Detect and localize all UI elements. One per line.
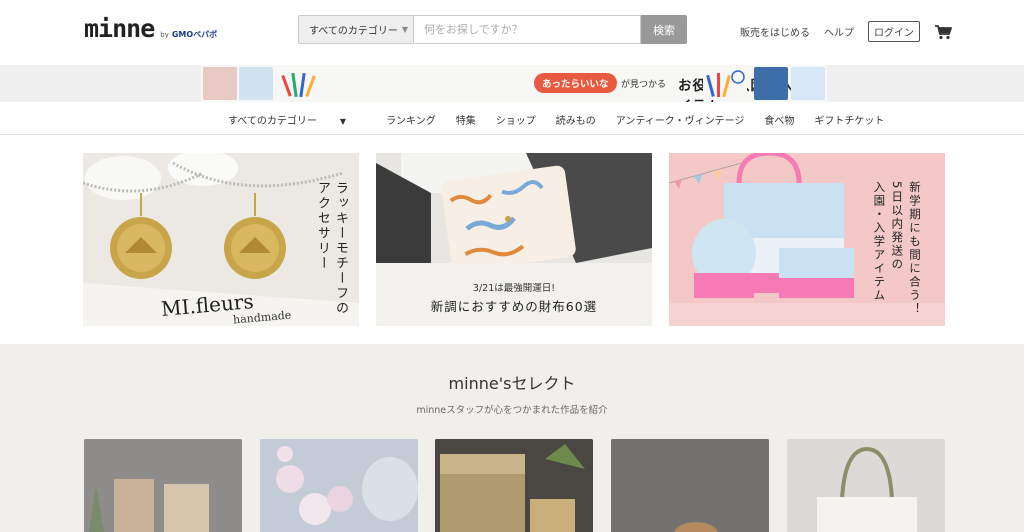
feature-card-accessories[interactable]: MI.fleurs handmade ラッキーモチーフの アクセサリー — [83, 153, 359, 326]
nav-shops[interactable]: ショップ — [496, 112, 536, 127]
product-card[interactable] — [84, 439, 242, 532]
nav-all-categories[interactable]: すべてのカテゴリー ▼ — [228, 112, 366, 127]
nav-features[interactable]: 特集 — [456, 112, 476, 127]
feature-accessories-title: ラッキーモチーフの アクセサリー — [314, 181, 348, 316]
nav-food[interactable]: 食べ物 — [764, 112, 794, 127]
site-header: minne by GMOペパボ すべてのカテゴリー ▼ 検索 販売をはじめる ヘ… — [0, 0, 1024, 64]
product-card[interactable] — [435, 439, 593, 532]
logo-company: GMOペパボ — [171, 30, 218, 39]
search-button[interactable]: 検索 — [641, 15, 687, 44]
banner-bag-blue-image — [754, 67, 788, 100]
banner-pencils-image — [277, 67, 325, 100]
feature-card-wallets[interactable]: 3/21は最強開運日! 新調におすすめの財布60選 — [376, 153, 652, 326]
nav-articles[interactable]: 読みもの — [556, 112, 596, 127]
sell-link[interactable]: 販売をはじめる — [740, 24, 810, 39]
header-links: 販売をはじめる ヘルプ ログイン — [740, 21, 952, 42]
banner-pencils-right-image — [703, 67, 747, 100]
nav-gift-ticket[interactable]: ギフトチケット — [814, 112, 884, 127]
feature-wallets-title: 新調におすすめの財布60選 — [430, 299, 598, 314]
login-button[interactable]: ログイン — [868, 21, 920, 42]
feature-school-items-title: 新学期にも間に合う！ 5日以内発送の 入園・入学アイテム — [872, 181, 922, 316]
search-input[interactable] — [413, 15, 641, 44]
selection-subtitle: minneスタッフが心をつかまれた作品を紹介 — [416, 405, 608, 416]
banner-pattern-image — [791, 67, 825, 100]
feature-wallets-subtitle: 3/21は最強開運日! — [472, 283, 556, 294]
nav-item-label: すべてのカテゴリー — [228, 116, 317, 127]
chevron-down-icon: ▼ — [339, 117, 347, 126]
logo-by: by — [160, 31, 169, 39]
banner-pill-after: が見つかる — [621, 80, 667, 90]
promo-banner[interactable]: あったらいいな が見つかる お役立ち入園・入学アイテム — [201, 65, 827, 102]
help-link[interactable]: ヘルプ — [824, 24, 854, 39]
minne-logo[interactable]: minne by GMOペパボ — [84, 14, 217, 43]
search-bar: すべてのカテゴリー ▼ 検索 — [298, 15, 687, 44]
nav-ranking[interactable]: ランキング — [386, 112, 436, 127]
feature-card-school-items[interactable]: 新学期にも間に合う！ 5日以内発送の 入園・入学アイテム — [669, 153, 945, 326]
product-card[interactable] — [611, 439, 769, 532]
category-nav: すべてのカテゴリー ▼ ランキング 特集 ショップ 読みもの アンティーク・ヴィン… — [0, 103, 1024, 135]
product-card[interactable] — [787, 439, 945, 532]
banner-goods-image — [239, 67, 273, 100]
banner-bag-image — [203, 67, 237, 100]
selection-title: minne'sセレクト — [448, 374, 576, 393]
product-card[interactable] — [260, 439, 418, 532]
cart-icon[interactable] — [934, 24, 952, 40]
banner-pill: あったらいいな — [534, 73, 617, 93]
logo-text: minne — [84, 14, 155, 43]
search-category-select[interactable]: すべてのカテゴリー ▼ — [298, 15, 413, 44]
promo-banner-strip: あったらいいな が見つかる お役立ち入園・入学アイテム — [0, 65, 1024, 102]
chevron-down-icon: ▼ — [401, 25, 409, 34]
nav-antique-vintage[interactable]: アンティーク・ヴィンテージ — [616, 112, 745, 127]
search-category-label: すべてのカテゴリー — [309, 26, 398, 37]
